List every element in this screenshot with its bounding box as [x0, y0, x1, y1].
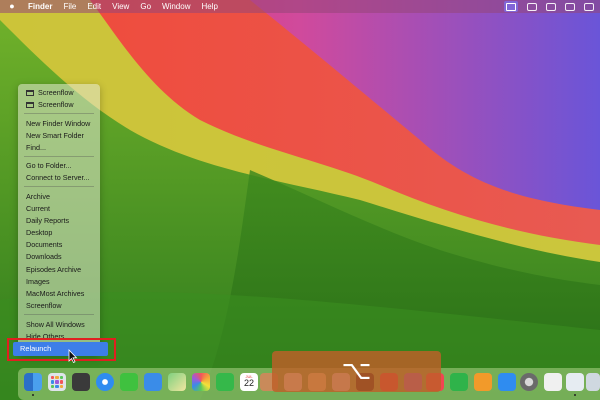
menu-item-folder[interactable]: Archive [26, 192, 50, 201]
video-icon[interactable] [565, 2, 575, 11]
system-settings-icon[interactable] [520, 373, 538, 391]
photos-icon[interactable] [192, 373, 210, 391]
menu-item-connect-to-server[interactable]: Connect to Server... [26, 173, 90, 182]
menu-item-window[interactable]: Screenflow [26, 88, 74, 97]
menu-item-new-finder-window[interactable]: New Finder Window [26, 119, 90, 128]
apple-icon[interactable]: ● [8, 0, 16, 13]
menu-item-folder[interactable]: Downloads [26, 252, 62, 261]
running-indicator [32, 394, 34, 396]
menu-go[interactable]: Go [140, 0, 151, 13]
menu-item-folder[interactable]: MacMost Archives [26, 289, 84, 298]
desktop: ● Finder File Edit View Go Window Help S… [0, 0, 600, 400]
menu-help[interactable]: Help [201, 0, 217, 13]
display-icon[interactable] [546, 2, 556, 11]
numbers-icon[interactable] [450, 373, 468, 391]
menu-item-folder[interactable]: Daily Reports [26, 216, 69, 225]
menu-bar: ● Finder File Edit View Go Window Help [0, 0, 600, 13]
script-editor-icon[interactable] [544, 373, 562, 391]
facetime-icon[interactable] [216, 373, 234, 391]
battery-icon[interactable] [584, 2, 594, 11]
menu-item-window[interactable]: Screenflow [26, 100, 74, 109]
menu-file[interactable]: File [63, 0, 76, 13]
menu-item-go-to-folder[interactable]: Go to Folder... [26, 161, 72, 170]
calculator-icon[interactable] [72, 373, 90, 391]
menu-separator [24, 314, 94, 315]
control-center-icon[interactable] [527, 2, 537, 11]
menu-item-folder[interactable]: Episodes Archive [26, 265, 81, 274]
calendar-icon[interactable]: JUL 22 [240, 373, 258, 391]
preview-icon[interactable] [586, 373, 600, 391]
menu-view[interactable]: View [112, 0, 129, 13]
option-key-icon: ⌥ [341, 356, 372, 386]
status-icons [504, 0, 594, 13]
menu-item-folder[interactable]: Images [26, 277, 50, 286]
menu-separator [24, 113, 94, 114]
messages-icon[interactable] [120, 373, 138, 391]
dock-context-menu: Screenflow Screenflow New Finder Window … [18, 84, 100, 356]
pages-icon[interactable] [474, 373, 492, 391]
menu-finder[interactable]: Finder [28, 0, 52, 13]
menu-item-folder[interactable]: Current [26, 204, 50, 213]
menu-item-folder[interactable]: Desktop [26, 228, 52, 237]
menu-separator [24, 156, 94, 157]
window-icon [26, 90, 34, 97]
maps-icon[interactable] [168, 373, 186, 391]
menu-item-folder[interactable]: Documents [26, 240, 62, 249]
launchpad-icon[interactable] [48, 373, 66, 391]
menu-item-show-all-windows[interactable]: Show All Windows [26, 320, 85, 329]
menu-edit[interactable]: Edit [87, 0, 101, 13]
app-store-icon[interactable] [498, 373, 516, 391]
window-icon [26, 102, 34, 109]
menu-item-find[interactable]: Find... [26, 143, 46, 152]
finder-icon[interactable] [24, 373, 42, 391]
highlight-annotation-box [7, 338, 116, 361]
preview-icon[interactable] [566, 373, 584, 391]
running-indicator [574, 394, 576, 396]
screen-record-icon[interactable] [504, 1, 518, 12]
menu-window[interactable]: Window [162, 0, 190, 13]
menu-item-folder[interactable]: Screenflow [26, 301, 62, 310]
mail-icon[interactable] [144, 373, 162, 391]
menu-separator [24, 186, 94, 187]
mouse-pointer-icon [68, 349, 78, 363]
menu-item-new-smart-folder[interactable]: New Smart Folder [26, 131, 84, 140]
safari-icon[interactable] [96, 373, 114, 391]
